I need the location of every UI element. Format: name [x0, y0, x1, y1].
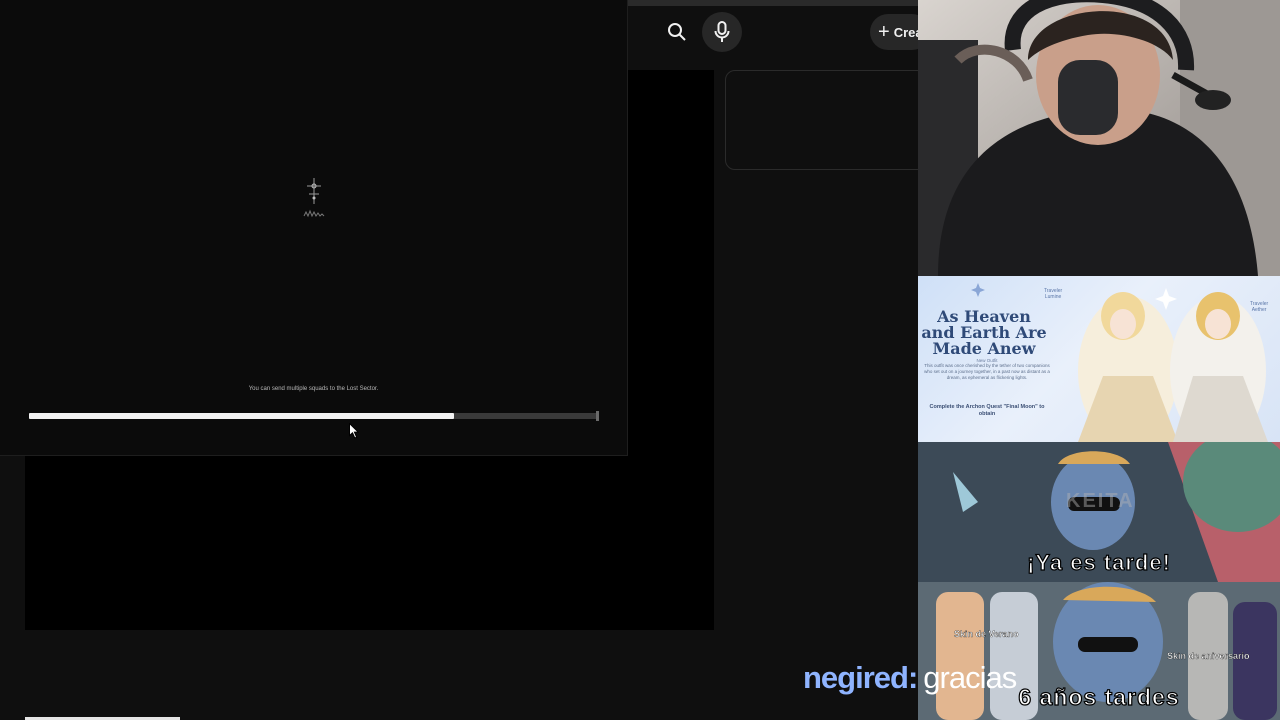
banner-tag-aether: Traveler Aether [1250, 301, 1268, 313]
meme-watermark: KEITA [1066, 490, 1135, 512]
chat-message-text: gracias [923, 660, 1017, 695]
genshin-outfit-banner: Traveler Lumine Traveler Aether As Heave… [918, 276, 1280, 442]
banner-tag-aether-value: Aether [1251, 307, 1267, 313]
microphone-icon [714, 21, 730, 42]
banner-tag-lumine: Traveler Lumine [1044, 288, 1062, 300]
banner-title: As Heaven and Earth Are Made Anew [921, 307, 1047, 358]
voice-search-button[interactable] [702, 12, 742, 52]
loading-progress-bar [29, 411, 599, 421]
loading-progress-fill [29, 413, 454, 419]
video-player[interactable] [25, 455, 714, 630]
game-loading-window: You can send multiple squads to the Lost… [0, 0, 628, 456]
banner-quest-text: Complete the Archon Quest "Final Moon" t… [929, 404, 1045, 417]
meme-label-anniversary-skin: Skin de aniversario [1167, 651, 1250, 661]
loading-tip: You can send multiple squads to the Lost… [248, 386, 379, 392]
meme-label-summer-skin: Skin de Verano [954, 629, 1019, 639]
loading-emblem-icon [303, 178, 325, 218]
banner-description: This outfit was once cherished by the te… [924, 363, 1050, 380]
meme-top-text: ¡Ya es tarde! [1026, 549, 1171, 575]
banner-tag-lumine-value: Lumine [1044, 294, 1062, 300]
search-button[interactable] [657, 14, 697, 50]
sidebar-card[interactable] [725, 70, 927, 170]
search-icon [668, 23, 686, 41]
browser-top-strip [627, 0, 918, 6]
webcam-feed [918, 0, 1280, 276]
chat-username: negired [803, 660, 909, 695]
streamer-image [918, 0, 1280, 276]
loading-progress-end-cap [596, 411, 599, 421]
chat-message-overlay: negired : gracias [803, 660, 1017, 700]
plus-icon: + [878, 21, 890, 43]
chat-separator: : [907, 660, 918, 695]
mouse-cursor-icon [349, 423, 359, 439]
